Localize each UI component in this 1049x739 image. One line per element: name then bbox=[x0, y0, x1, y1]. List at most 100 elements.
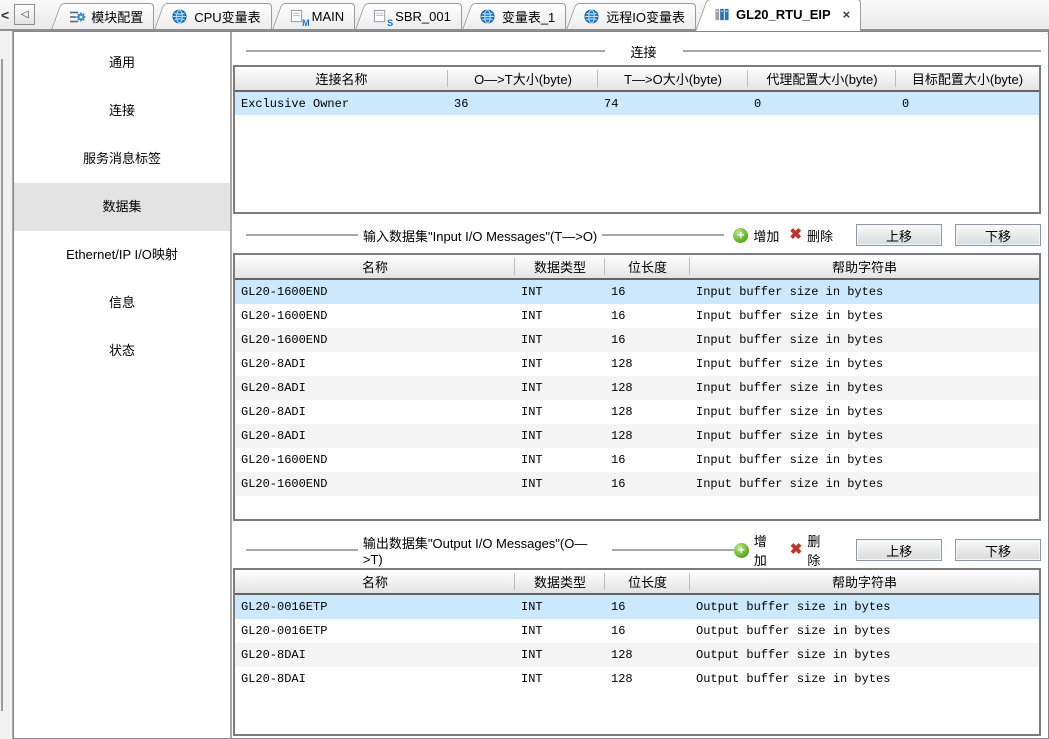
tab-label: 变量表_1 bbox=[502, 7, 555, 26]
globe-icon bbox=[172, 9, 189, 25]
cell-help-string: Output buffer size in bytes bbox=[690, 672, 1039, 686]
column-header-data-type[interactable]: 数据类型 bbox=[515, 570, 605, 593]
table-row[interactable]: GL20-8DAI INT 128 Output buffer size in … bbox=[235, 667, 1039, 691]
delete-icon[interactable] bbox=[789, 227, 802, 243]
add-icon[interactable] bbox=[733, 228, 748, 243]
column-header-target-config-size[interactable]: 目标配置大小(byte) bbox=[896, 67, 1039, 90]
tab-sbr-001[interactable]: S SBR_001 bbox=[368, 3, 462, 29]
table-row[interactable]: GL20-1600END INT 16 Input buffer size in… bbox=[235, 448, 1039, 472]
cell-bit-length: 128 bbox=[605, 357, 690, 371]
tab-gl20-rtu-eip[interactable]: GL20_RTU_EIP × bbox=[709, 0, 861, 31]
cell-help-string: Output buffer size in bytes bbox=[690, 648, 1039, 662]
cell-name: GL20-1600END bbox=[235, 333, 515, 347]
table-row[interactable]: GL20-1600END INT 16 Input buffer size in… bbox=[235, 304, 1039, 328]
output-table-header: 名称 数据类型 位长度 帮助字符串 bbox=[235, 570, 1039, 595]
column-header-name[interactable]: 名称 bbox=[235, 570, 515, 593]
output-dataset-section-header: 输出数据集"Output I/O Messages"(O—>T) 增加 删除 上… bbox=[246, 538, 1041, 562]
tab-var-table-1[interactable]: 变量表_1 bbox=[475, 3, 566, 29]
dataset-panel: 连接 连接名称 O—>T大小(byte) T—>O大小(byte) 代理配置大小… bbox=[232, 32, 1047, 738]
tab-scroll-left-button[interactable]: ◁ bbox=[14, 4, 35, 25]
table-row[interactable]: GL20-8ADI INT 128 Input buffer size in b… bbox=[235, 376, 1039, 400]
input-table-header: 名称 数据类型 位长度 帮助字符串 bbox=[235, 255, 1039, 280]
cell-target-config-size: 0 bbox=[896, 97, 1039, 111]
left-rail bbox=[0, 31, 13, 739]
cell-name: GL20-1600END bbox=[235, 285, 515, 299]
close-icon[interactable]: × bbox=[843, 7, 851, 22]
tab-main[interactable]: M MAIN bbox=[285, 3, 356, 29]
tab-cpu-var-table[interactable]: CPU变量表 bbox=[167, 3, 271, 29]
document-tab-bar: < ◁ 模块配置 bbox=[0, 0, 1049, 31]
cell-data-type: INT bbox=[515, 357, 605, 371]
sidebar-item-service-message-tag[interactable]: 服务消息标签 bbox=[14, 135, 230, 183]
module-config-icon bbox=[69, 9, 86, 25]
cell-bit-length: 16 bbox=[605, 333, 690, 347]
delete-icon[interactable] bbox=[790, 542, 803, 558]
cell-bit-length: 128 bbox=[605, 429, 690, 443]
cell-bit-length: 128 bbox=[605, 648, 690, 662]
sidebar-item-ethernet-ip-io-mapping[interactable]: Ethernet/IP I/O映射 bbox=[14, 231, 230, 279]
cell-help-string: Input buffer size in bytes bbox=[690, 429, 1039, 443]
column-header-data-type[interactable]: 数据类型 bbox=[515, 255, 605, 278]
table-row[interactable]: GL20-1600END INT 16 Input buffer size in… bbox=[235, 472, 1039, 496]
move-up-button[interactable]: 上移 bbox=[856, 224, 942, 246]
add-icon[interactable] bbox=[734, 543, 749, 558]
table-row[interactable]: Exclusive Owner 36 74 0 0 bbox=[235, 92, 1039, 115]
tab-module-config[interactable]: 模块配置 bbox=[64, 3, 154, 29]
settings-sidebar: 通用 连接 服务消息标签 数据集 Ethernet/IP I/O映射 信息 状态 bbox=[14, 32, 232, 738]
move-down-button[interactable]: 下移 bbox=[955, 539, 1041, 561]
delete-button[interactable]: 删除 bbox=[807, 531, 833, 569]
cell-data-type: INT bbox=[515, 429, 605, 443]
sidebar-item-info[interactable]: 信息 bbox=[14, 279, 230, 327]
table-row[interactable]: GL20-1600END INT 16 Input buffer size in… bbox=[235, 328, 1039, 352]
cell-help-string: Input buffer size in bytes bbox=[690, 453, 1039, 467]
cell-bit-length: 16 bbox=[605, 600, 690, 614]
tab-label: 模块配置 bbox=[91, 7, 143, 26]
cell-name: GL20-8DAI bbox=[235, 672, 515, 686]
move-up-button[interactable]: 上移 bbox=[856, 539, 942, 561]
cell-name: GL20-8ADI bbox=[235, 429, 515, 443]
cell-data-type: INT bbox=[515, 477, 605, 491]
column-header-help-string[interactable]: 帮助字符串 bbox=[690, 570, 1039, 593]
column-header-proxy-config-size[interactable]: 代理配置大小(byte) bbox=[748, 67, 896, 90]
sidebar-item-connection[interactable]: 连接 bbox=[14, 87, 230, 135]
table-row[interactable]: GL20-1600END INT 16 Input buffer size in… bbox=[235, 280, 1039, 304]
cell-data-type: INT bbox=[515, 600, 605, 614]
output-dataset-section-title: 输出数据集"Output I/O Messages"(O—>T) bbox=[358, 533, 612, 567]
connection-section-title: 连接 bbox=[605, 42, 683, 61]
connection-table: 连接名称 O—>T大小(byte) T—>O大小(byte) 代理配置大小(by… bbox=[233, 65, 1041, 214]
add-button[interactable]: 增加 bbox=[753, 226, 779, 245]
table-row[interactable]: GL20-8ADI INT 128 Input buffer size in b… bbox=[235, 400, 1039, 424]
sidebar-item-status[interactable]: 状态 bbox=[14, 327, 230, 375]
sidebar-item-dataset[interactable]: 数据集 bbox=[14, 183, 230, 231]
cell-help-string: Input buffer size in bytes bbox=[690, 405, 1039, 419]
rack-icon bbox=[714, 7, 731, 23]
table-row[interactable]: GL20-8DAI INT 128 Output buffer size in … bbox=[235, 643, 1039, 667]
sidebar-item-general[interactable]: 通用 bbox=[14, 39, 230, 87]
tab-remote-io-var-table[interactable]: 远程IO变量表 bbox=[579, 3, 696, 29]
column-header-bit-length[interactable]: 位长度 bbox=[605, 255, 690, 278]
cell-data-type: INT bbox=[515, 333, 605, 347]
tab-strip: 模块配置 CPU变量表 bbox=[51, 0, 861, 29]
column-header-name[interactable]: 名称 bbox=[235, 255, 515, 278]
column-header-o-to-t-size[interactable]: O—>T大小(byte) bbox=[448, 67, 598, 90]
table-row[interactable]: GL20-0016ETP INT 16 Output buffer size i… bbox=[235, 595, 1039, 619]
tab-overflow-left-indicator[interactable]: < bbox=[1, 7, 9, 23]
column-header-t-to-o-size[interactable]: T—>O大小(byte) bbox=[598, 67, 748, 90]
add-button[interactable]: 增加 bbox=[754, 531, 780, 569]
cell-proxy-config-size: 0 bbox=[748, 97, 896, 111]
cell-help-string: Input buffer size in bytes bbox=[690, 333, 1039, 347]
delete-button[interactable]: 删除 bbox=[807, 226, 833, 245]
connection-table-header: 连接名称 O—>T大小(byte) T—>O大小(byte) 代理配置大小(by… bbox=[235, 67, 1039, 92]
column-header-bit-length[interactable]: 位长度 bbox=[605, 570, 690, 593]
move-down-button[interactable]: 下移 bbox=[955, 224, 1041, 246]
cell-name: GL20-8ADI bbox=[235, 381, 515, 395]
tab-label: 远程IO变量表 bbox=[606, 7, 685, 26]
cell-bit-length: 16 bbox=[605, 624, 690, 638]
column-header-help-string[interactable]: 帮助字符串 bbox=[690, 255, 1039, 278]
table-row[interactable]: GL20-8ADI INT 128 Input buffer size in b… bbox=[235, 424, 1039, 448]
column-header-connection-name[interactable]: 连接名称 bbox=[235, 67, 448, 90]
table-row[interactable]: GL20-0016ETP INT 16 Output buffer size i… bbox=[235, 619, 1039, 643]
table-row[interactable]: GL20-8ADI INT 128 Input buffer size in b… bbox=[235, 352, 1039, 376]
cell-data-type: INT bbox=[515, 381, 605, 395]
cell-name: GL20-0016ETP bbox=[235, 624, 515, 638]
